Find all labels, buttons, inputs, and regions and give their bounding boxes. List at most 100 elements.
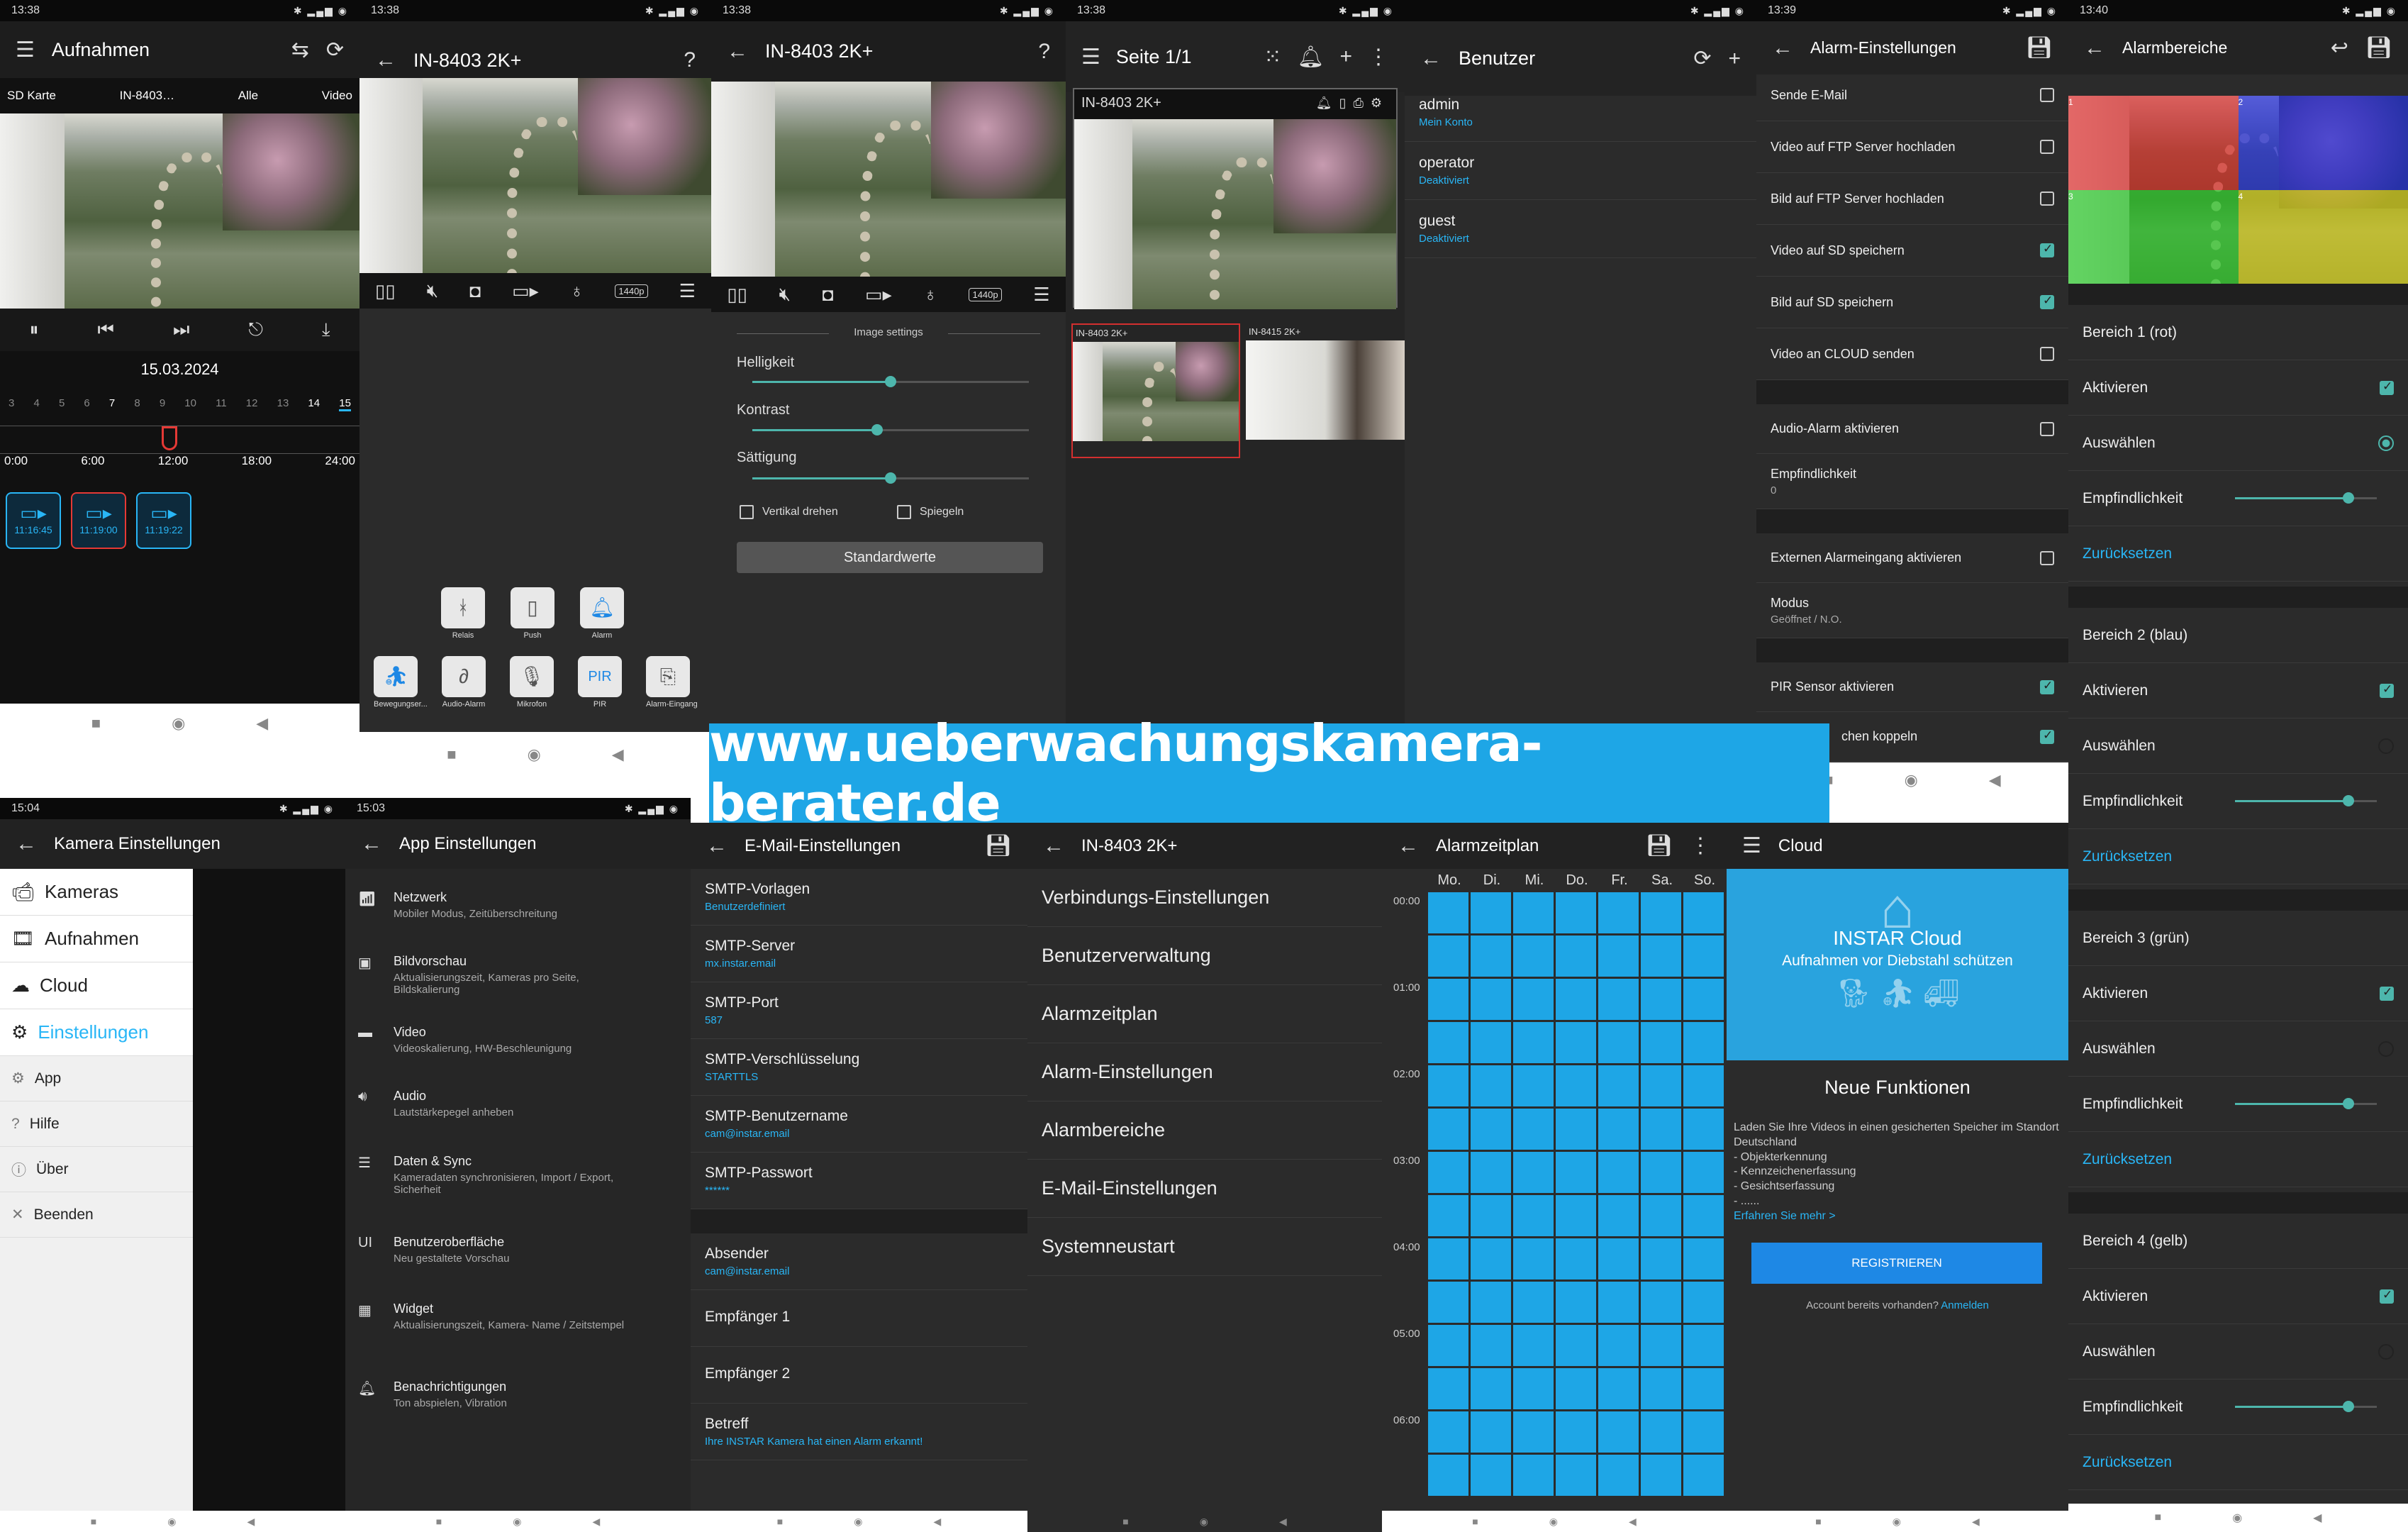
back-arrow-icon[interactable]: ← xyxy=(1420,47,1442,71)
help-icon[interactable]: ? xyxy=(684,48,696,72)
schedule-cell[interactable] xyxy=(1556,1282,1596,1323)
camera-option-row[interactable]: Systemneustart xyxy=(1027,1218,1382,1276)
schedule-cell[interactable] xyxy=(1641,892,1681,933)
schedule-cell[interactable] xyxy=(1556,892,1596,933)
checkbox-checked[interactable] xyxy=(2040,728,2054,744)
checkbox[interactable] xyxy=(2040,550,2054,565)
snapshot-icon[interactable]: ◘ xyxy=(469,280,481,302)
schedule-cell[interactable] xyxy=(1598,1065,1639,1106)
quality-badge[interactable]: 1440p xyxy=(969,287,1002,301)
back-icon[interactable]: ◀ xyxy=(1989,771,2001,789)
sensitivity-slider[interactable] xyxy=(2235,795,2377,806)
timeline-cursor[interactable] xyxy=(162,426,177,450)
schedule-cell[interactable] xyxy=(1513,979,1554,1020)
schedule-cell[interactable] xyxy=(1598,1282,1639,1323)
back-icon[interactable]: ◀ xyxy=(1279,1516,1287,1528)
email-setting-row[interactable]: SMTP-Server mx.instar.email xyxy=(691,926,1027,982)
more-icon[interactable]: ⋮ xyxy=(1368,45,1389,70)
back-arrow-icon[interactable]: ← xyxy=(1043,834,1064,858)
filter-media[interactable]: Video xyxy=(322,89,352,103)
home-icon[interactable]: ◉ xyxy=(1200,1516,1208,1528)
recents-icon[interactable]: ■ xyxy=(777,1516,783,1527)
bell-icon[interactable]: 🔔︎ xyxy=(1297,45,1324,70)
zone-sensitivity-row[interactable]: Empfindlichkeit xyxy=(2068,774,2408,829)
recents-icon[interactable]: ■ xyxy=(447,745,456,764)
schedule-cell[interactable] xyxy=(1513,1411,1554,1453)
setting-row[interactable]: Video auf FTP Server hochladen xyxy=(1756,121,2068,173)
camera-option-row[interactable]: Benutzerverwaltung xyxy=(1027,927,1382,985)
schedule-cell[interactable] xyxy=(1556,1368,1596,1409)
schedule-cell[interactable] xyxy=(1513,1065,1554,1106)
settings-item[interactable]: 📶︎ Netzwerk Mobiler Modus, Zeitüberschreit… xyxy=(345,876,691,940)
schedule-cell[interactable] xyxy=(1641,979,1681,1020)
email-setting-row[interactable]: Absender cam@instar.email xyxy=(691,1233,1027,1290)
schedule-cell[interactable] xyxy=(1683,1282,1724,1323)
settings-item[interactable]: ▣ Bildvorschau Aktualisierungszeit, Kamera… xyxy=(345,940,691,1004)
light-icon[interactable]: ♁ xyxy=(570,280,584,302)
checkbox[interactable] xyxy=(2040,88,2054,102)
menu-item-app[interactable]: ⚙ App xyxy=(0,1056,193,1101)
back-icon[interactable]: ◀ xyxy=(612,745,624,764)
schedule-cell[interactable] xyxy=(1641,1109,1681,1150)
zone-sensitivity-row[interactable]: Empfindlichkeit xyxy=(2068,1077,2408,1132)
schedule-cell[interactable] xyxy=(1598,1455,1639,1496)
schedule-cell[interactable] xyxy=(1428,1195,1468,1236)
swap-icon[interactable]: ⇆ xyxy=(291,38,309,62)
microphone-button[interactable]: 🎙︎ xyxy=(510,656,554,697)
settings-item[interactable]: 🔔︎ Benachrichtigungen Ton abspielen, Vibra… xyxy=(345,1365,691,1429)
list-icon[interactable]: ☰ xyxy=(679,280,696,302)
filter-source[interactable]: SD Karte xyxy=(7,89,56,103)
schedule-cell[interactable] xyxy=(1641,1022,1681,1063)
timeline[interactable] xyxy=(0,426,359,454)
schedule-cell[interactable] xyxy=(1513,1238,1554,1280)
user-row[interactable]: admin Mein Konto xyxy=(1405,84,1756,142)
back-arrow-icon[interactable]: ← xyxy=(375,48,396,72)
schedule-cell[interactable] xyxy=(1598,1152,1639,1193)
schedule-cell[interactable] xyxy=(1683,1195,1724,1236)
schedule-cell[interactable] xyxy=(1598,979,1639,1020)
email-setting-row[interactable]: SMTP-Passwort ****** xyxy=(691,1153,1027,1209)
learn-more-link[interactable]: Erfahren Sie mehr > xyxy=(1734,1209,2061,1224)
recents-icon[interactable]: ■ xyxy=(436,1516,442,1527)
quality-badge[interactable]: 1440p xyxy=(615,284,648,298)
schedule-cell[interactable] xyxy=(1428,1109,1468,1150)
email-setting-row[interactable]: Betreff Ihre INSTAR Kamera hat einen Alar… xyxy=(691,1404,1027,1460)
video-preview[interactable] xyxy=(359,78,711,273)
sensitivity-slider[interactable] xyxy=(2235,1098,2377,1109)
schedule-cell[interactable] xyxy=(1471,1022,1511,1063)
menu-item-settings[interactable]: ⚙ Einstellungen xyxy=(0,1009,193,1056)
back-icon[interactable]: ◀ xyxy=(933,1516,941,1528)
home-icon[interactable]: ◉ xyxy=(2232,1511,2242,1525)
sensitivity-slider[interactable] xyxy=(2235,492,2377,504)
schedule-cell[interactable] xyxy=(1683,979,1724,1020)
save-icon[interactable]: 💾︎ xyxy=(2026,35,2053,60)
home-icon[interactable]: ◉ xyxy=(854,1516,862,1528)
sync-icon[interactable]: ⟳ xyxy=(1693,46,1711,71)
schedule-cell[interactable] xyxy=(1428,1368,1468,1409)
radio-button[interactable] xyxy=(2378,738,2394,754)
pause-icon[interactable]: ⏸ xyxy=(30,318,39,341)
schedule-cell[interactable] xyxy=(1598,1368,1639,1409)
schedule-cell[interactable] xyxy=(1598,1109,1639,1150)
schedule-cell[interactable] xyxy=(1683,1152,1724,1193)
setting-row[interactable]: Bild auf FTP Server hochladen xyxy=(1756,173,2068,225)
schedule-cell[interactable] xyxy=(1683,1325,1724,1366)
schedule-cell[interactable] xyxy=(1641,1195,1681,1236)
schedule-grid[interactable] xyxy=(1428,892,1724,1496)
zone-reset-row[interactable]: Zurücksetzen xyxy=(2068,1132,2408,1187)
saturation-slider[interactable] xyxy=(752,472,1029,484)
brightness-slider[interactable] xyxy=(752,376,1029,387)
checkbox-checked[interactable] xyxy=(2380,682,2394,698)
vflip-checkbox[interactable] xyxy=(740,505,754,519)
schedule-cell[interactable] xyxy=(1641,1325,1681,1366)
schedule-cell[interactable] xyxy=(1428,1325,1468,1366)
filter-camera[interactable]: IN-8403… xyxy=(120,89,174,103)
back-arrow-icon[interactable]: ← xyxy=(727,40,748,64)
menu-item-exit[interactable]: ✕ Beenden xyxy=(0,1192,193,1238)
schedule-cell[interactable] xyxy=(1683,892,1724,933)
list-icon[interactable]: ☰ xyxy=(1033,284,1049,306)
recents-icon[interactable]: ■ xyxy=(1472,1516,1478,1527)
email-setting-row[interactable]: SMTP-Verschlüsselung STARTTLS xyxy=(691,1039,1027,1096)
checkbox[interactable] xyxy=(2040,140,2054,154)
radio-button[interactable] xyxy=(2378,1040,2394,1057)
